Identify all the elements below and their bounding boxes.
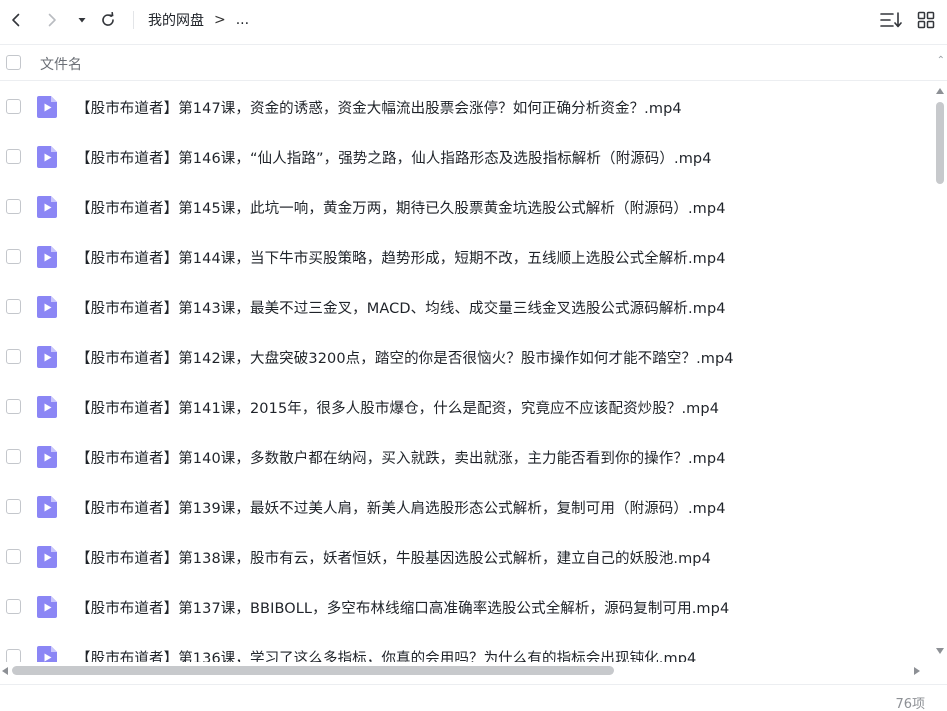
file-checkbox[interactable] <box>6 299 21 314</box>
file-checkbox[interactable] <box>6 399 21 414</box>
video-file-icon <box>36 195 58 219</box>
file-name[interactable]: 【股市布道者】第140课，多数散户都在纳闷，买入就跌，卖出就涨，主力能否看到你的… <box>76 447 726 468</box>
file-list: 【股市布道者】第147课，资金的诱惑，资金大幅流出股票会涨停？如何正确分析资金？… <box>0 82 932 662</box>
file-name[interactable]: 【股市布道者】第137课，BBIBOLL，多空布林线缩口高准确率选股公式全解析，… <box>76 597 729 618</box>
file-name[interactable]: 【股市布道者】第142课，大盘突破3200点，踏空的你是否很恼火？股市操作如何才… <box>76 347 734 368</box>
file-checkbox[interactable] <box>6 449 21 464</box>
video-file-icon <box>36 395 58 419</box>
horizontal-scrollbar[interactable] <box>0 662 932 680</box>
file-checkbox[interactable] <box>6 499 21 514</box>
breadcrumb: 我的网盘 > ... <box>148 10 249 30</box>
grid-view-button[interactable] <box>914 9 938 31</box>
scroll-right-icon[interactable] <box>914 667 920 675</box>
file-name[interactable]: 【股市布道者】第141课，2015年，很多人股市爆仓，什么是配资，究竟应不应该配… <box>76 397 719 418</box>
status-bar: 76项 <box>0 684 947 711</box>
file-row[interactable]: 【股市布道者】第137课，BBIBOLL，多空布林线缩口高准确率选股公式全解析，… <box>0 582 932 632</box>
file-checkbox[interactable] <box>6 99 21 114</box>
toolbar-divider <box>133 11 134 29</box>
file-name[interactable]: 【股市布道者】第143课，最美不过三金叉，MACD、均线、成交量三线金叉选股公式… <box>76 297 726 318</box>
file-row[interactable]: 【股市布道者】第145课，此坑一响，黄金万两，期待已久股票黄金坑选股公式解析（附… <box>0 182 932 232</box>
scroll-down-icon[interactable] <box>936 648 944 654</box>
file-name[interactable]: 【股市布道者】第144课，当下牛市买股策略，趋势形成，短期不改，五线顺上选股公式… <box>76 247 726 268</box>
history-dropdown-button[interactable] <box>70 8 94 32</box>
video-file-icon <box>36 595 58 619</box>
video-file-icon <box>36 645 58 662</box>
sort-icon <box>880 12 902 28</box>
horizontal-scroll-thumb[interactable] <box>12 666 614 675</box>
video-file-icon <box>36 95 58 119</box>
video-file-icon <box>36 495 58 519</box>
file-name[interactable]: 【股市布道者】第136课，学习了这么多指标，你真的会用吗？为什么有的指标会出现钝… <box>76 647 696 662</box>
vertical-scroll-thumb[interactable] <box>936 102 944 184</box>
file-name[interactable]: 【股市布道者】第147课，资金的诱惑，资金大幅流出股票会涨停？如何正确分析资金？… <box>76 97 682 118</box>
file-row[interactable]: 【股市布道者】第143课，最美不过三金叉，MACD、均线、成交量三线金叉选股公式… <box>0 282 932 332</box>
file-name[interactable]: 【股市布道者】第138课，股市有云，妖者恒妖，牛股基因选股公式解析，建立自己的妖… <box>76 547 711 568</box>
file-checkbox[interactable] <box>6 599 21 614</box>
item-count: 76项 <box>895 697 925 711</box>
breadcrumb-current[interactable]: ... <box>236 12 249 28</box>
file-checkbox[interactable] <box>6 199 21 214</box>
file-row[interactable]: 【股市布道者】第136课，学习了这么多指标，你真的会用吗？为什么有的指标会出现钝… <box>0 632 932 662</box>
file-row[interactable]: 【股市布道者】第141课，2015年，很多人股市爆仓，什么是配资，究竟应不应该配… <box>0 382 932 432</box>
file-name[interactable]: 【股市布道者】第139课，最妖不过美人肩，新美人肩选股形态公式解析，复制可用（附… <box>76 497 726 518</box>
scroll-up-icon[interactable] <box>936 88 944 94</box>
vertical-scrollbar[interactable] <box>932 82 947 662</box>
breadcrumb-separator: > <box>214 12 226 28</box>
file-name[interactable]: 【股市布道者】第145课，此坑一响，黄金万两，期待已久股票黄金坑选股公式解析（附… <box>76 197 726 218</box>
file-row[interactable]: 【股市布道者】第147课，资金的诱惑，资金大幅流出股票会涨停？如何正确分析资金？… <box>0 82 932 132</box>
grid-icon <box>917 11 935 29</box>
file-checkbox[interactable] <box>6 149 21 164</box>
refresh-button[interactable] <box>96 8 120 32</box>
list-header: 文件名 ⌃ <box>0 44 947 81</box>
name-column-header[interactable]: 文件名 <box>40 54 82 74</box>
file-row[interactable]: 【股市布道者】第146课，“仙人指路”，强势之路，仙人指路形态及选股指标解析（附… <box>0 132 932 182</box>
video-file-icon <box>36 295 58 319</box>
chevron-right-icon <box>48 13 56 27</box>
chevron-left-icon <box>12 13 20 27</box>
file-row[interactable]: 【股市布道者】第138课，股市有云，妖者恒妖，牛股基因选股公式解析，建立自己的妖… <box>0 532 932 582</box>
video-file-icon <box>36 245 58 269</box>
file-row[interactable]: 【股市布道者】第140课，多数散户都在纳闷，买入就跌，卖出就涨，主力能否看到你的… <box>0 432 932 482</box>
file-row[interactable]: 【股市布道者】第144课，当下牛市买股策略，趋势形成，短期不改，五线顺上选股公式… <box>0 232 932 282</box>
forward-button[interactable] <box>40 8 64 32</box>
file-checkbox[interactable] <box>6 349 21 364</box>
toolbar: 我的网盘 > ... <box>0 0 947 40</box>
file-name[interactable]: 【股市布道者】第146课，“仙人指路”，强势之路，仙人指路形态及选股指标解析（附… <box>76 147 712 168</box>
file-row[interactable]: 【股市布道者】第142课，大盘突破3200点，踏空的你是否很恼火？股市操作如何才… <box>0 332 932 382</box>
file-checkbox[interactable] <box>6 549 21 564</box>
sort-button[interactable] <box>879 9 903 31</box>
refresh-icon <box>102 12 114 26</box>
video-file-icon <box>36 545 58 569</box>
scroll-left-icon[interactable] <box>2 667 8 675</box>
file-checkbox[interactable] <box>6 249 21 264</box>
video-file-icon <box>36 145 58 169</box>
caret-down-icon <box>78 18 86 23</box>
video-file-icon <box>36 445 58 469</box>
video-file-icon <box>36 345 58 369</box>
back-button[interactable] <box>4 8 28 32</box>
breadcrumb-root[interactable]: 我的网盘 <box>148 10 204 30</box>
select-all-checkbox[interactable] <box>6 55 21 70</box>
file-checkbox[interactable] <box>6 649 21 662</box>
column-sort-icon[interactable]: ⌃ <box>937 55 945 66</box>
file-row[interactable]: 【股市布道者】第139课，最妖不过美人肩，新美人肩选股形态公式解析，复制可用（附… <box>0 482 932 532</box>
